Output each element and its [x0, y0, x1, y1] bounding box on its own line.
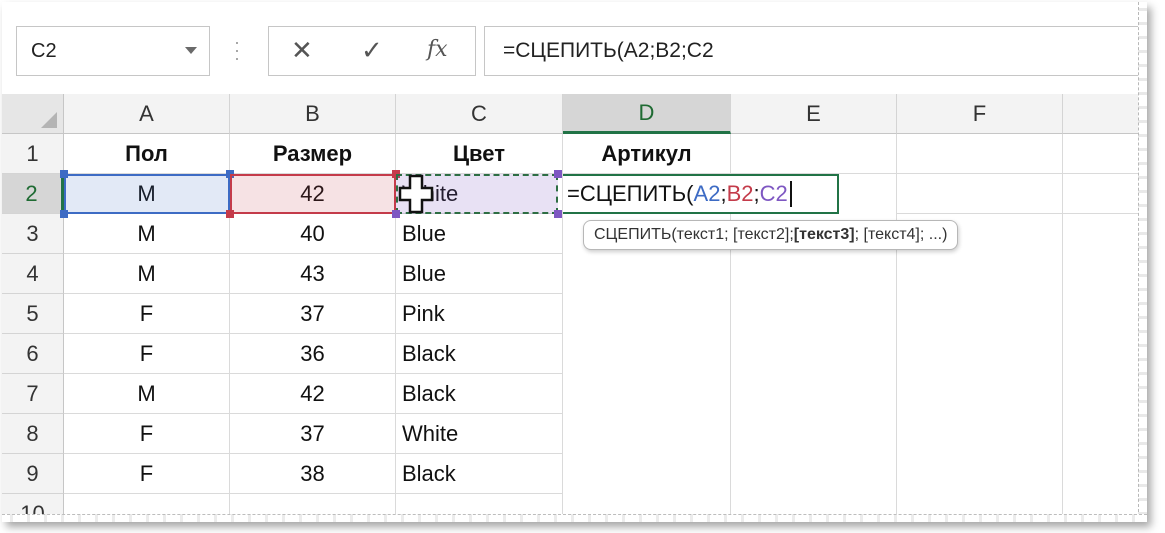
cell-a5[interactable]: F — [64, 294, 230, 334]
cell-f1[interactable] — [897, 134, 1063, 174]
cell-a6[interactable]: F — [64, 334, 230, 374]
cell-a1[interactable]: Пол — [64, 134, 230, 174]
insert-function-icon[interactable]: fx — [427, 37, 448, 62]
cell-d2-editor[interactable]: =СЦЕПИТЬ(A2; B2; C2 — [563, 174, 839, 214]
row-header-3[interactable]: 3 — [2, 214, 64, 254]
ref-handle-b2-bl[interactable] — [226, 210, 234, 218]
cell-d1[interactable]: Артикул — [563, 134, 731, 174]
reference-highlight-b2 — [230, 174, 396, 214]
cell-c4[interactable]: Blue — [396, 254, 563, 294]
edit-ref-b2: B2 — [726, 181, 754, 206]
column-header-d[interactable]: D — [563, 94, 731, 134]
ref-handle-c2-tr[interactable] — [554, 170, 562, 178]
column-header-a[interactable]: A — [64, 94, 230, 134]
row-header-8[interactable]: 8 — [2, 414, 64, 454]
chevron-down-icon[interactable] — [185, 47, 197, 54]
row-header-9[interactable]: 9 — [2, 454, 64, 494]
row-header-7[interactable]: 7 — [2, 374, 64, 414]
tooltip-current-arg: [текст3] — [793, 226, 855, 243]
edit-ref-a2: A2 — [693, 181, 721, 206]
name-box[interactable]: C2 — [16, 26, 210, 76]
function-argument-tooltip[interactable]: СЦЕПИТЬ(текст1; [текст2]; [текст3]; [тек… — [583, 220, 959, 250]
cell-a9[interactable]: F — [64, 454, 230, 494]
cell-b1[interactable]: Размер — [230, 134, 396, 174]
grip-icon: · · · — [234, 32, 240, 68]
cell-c1[interactable]: Цвет — [396, 134, 563, 174]
select-all-button[interactable] — [2, 94, 64, 134]
edit-ref-c2: C2 — [759, 181, 788, 206]
cell-g1[interactable] — [1063, 134, 1147, 174]
tooltip-rest: ; [текст4]; ...) — [854, 226, 948, 243]
row-header-5[interactable]: 5 — [2, 294, 64, 334]
name-box-value: C2 — [31, 39, 57, 62]
cell-c9[interactable]: Black — [396, 454, 563, 494]
formula-bar-area: C2 · · · ✕ ✓ fx =СЦЕПИТЬ(A2;B2;C2 — [2, 2, 1147, 94]
row-header-6[interactable]: 6 — [2, 334, 64, 374]
cell-a8[interactable]: F — [64, 414, 230, 454]
cell-a7[interactable]: M — [64, 374, 230, 414]
cell-c6[interactable]: Black — [396, 334, 563, 374]
cell-e1[interactable] — [731, 134, 897, 174]
cell-b7[interactable]: 42 — [230, 374, 396, 414]
cell-b6[interactable]: 36 — [230, 334, 396, 374]
cell-a4[interactable]: M — [64, 254, 230, 294]
column-header-b[interactable]: B — [230, 94, 396, 134]
reference-highlight-a2 — [64, 174, 230, 214]
row-header-4[interactable]: 4 — [2, 254, 64, 294]
torn-edge-right — [1138, 2, 1147, 522]
row-header-1[interactable]: 1 — [2, 134, 64, 174]
empty-col-d — [563, 214, 731, 522]
text-caret — [789, 181, 792, 207]
row-header-2[interactable]: 2 — [2, 174, 64, 214]
excel-window: C2 · · · ✕ ✓ fx =СЦЕПИТЬ(A2;B2;C2 A B C D … — [2, 2, 1147, 522]
cell-f2[interactable] — [897, 174, 1063, 214]
cell-c5[interactable]: Pink — [396, 294, 563, 334]
tooltip-fn: СЦЕПИТЬ(текст1; [текст2]; — [594, 226, 794, 243]
move-cross-cursor-icon — [398, 174, 434, 214]
cell-b4[interactable]: 43 — [230, 254, 396, 294]
formula-input[interactable]: =СЦЕПИТЬ(A2;B2;C2 — [484, 26, 1147, 76]
enter-icon[interactable]: ✓ — [361, 35, 383, 66]
cell-b5[interactable]: 37 — [230, 294, 396, 334]
column-header-c[interactable]: C — [396, 94, 563, 134]
cell-b3[interactable]: 40 — [230, 214, 396, 254]
cell-c8[interactable]: White — [396, 414, 563, 454]
ref-handle-c2-br[interactable] — [554, 210, 562, 218]
cell-b8[interactable]: 37 — [230, 414, 396, 454]
formula-text: =СЦЕПИТЬ(A2;B2;C2 — [503, 39, 714, 62]
cell-b9[interactable]: 38 — [230, 454, 396, 494]
torn-edge-bottom — [2, 514, 1147, 522]
cell-a3[interactable]: M — [64, 214, 230, 254]
column-header-e[interactable]: E — [731, 94, 897, 134]
column-header-f[interactable]: F — [897, 94, 1063, 134]
formula-buttons: ✕ ✓ fx — [268, 26, 476, 76]
edit-prefix: =СЦЕПИТЬ( — [567, 181, 694, 206]
cell-c7[interactable]: Black — [396, 374, 563, 414]
worksheet-grid: A B C D E F G 1 2 3 4 5 6 7 8 9 10 Пол Р… — [2, 94, 1147, 522]
cell-g2[interactable] — [1063, 174, 1147, 214]
cell-c3[interactable]: Blue — [396, 214, 563, 254]
cancel-icon[interactable]: ✕ — [291, 35, 313, 66]
ref-handle-a2-tl[interactable] — [60, 170, 68, 178]
empty-col-f — [897, 214, 1063, 522]
column-header-g[interactable]: G — [1063, 94, 1147, 134]
ref-handle-a2-bl[interactable] — [60, 210, 68, 218]
